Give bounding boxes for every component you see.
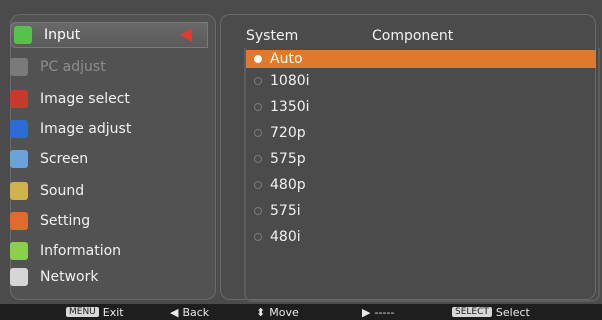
sound-icon	[10, 182, 28, 200]
option-label: 480p	[270, 177, 306, 193]
option-1080i[interactable]: 1080i	[246, 68, 596, 94]
menu-item-information[interactable]: Information	[6, 238, 212, 264]
network-icon	[10, 268, 28, 286]
select-hint-label: Select	[495, 305, 530, 319]
option-label: 480i	[270, 229, 301, 245]
exit-hint-label: Exit	[102, 305, 124, 319]
menu-key-icon: MENU	[66, 307, 99, 317]
move-hint-label: Move	[269, 305, 299, 319]
menu-item-label: Screen	[40, 151, 89, 167]
radio-unselected-icon	[254, 207, 262, 215]
help-bar: MENU Exit ◀ Back ⬍ Move ▶ ----- SELECT S…	[0, 304, 602, 320]
exit-hint: MENU Exit	[66, 306, 124, 319]
menu-item-label: PC adjust	[40, 59, 106, 75]
image-select-icon	[10, 90, 28, 108]
radio-unselected-icon	[254, 233, 262, 241]
menu-item-sound[interactable]: Sound	[6, 178, 212, 204]
radio-unselected-icon	[254, 77, 262, 85]
move-hint: ⬍ Move	[256, 306, 299, 319]
forward-hint-label: -----	[374, 305, 395, 319]
menu-item-screen[interactable]: Screen	[6, 146, 212, 172]
option-label: Auto	[270, 51, 303, 67]
screen-icon	[10, 150, 28, 168]
back-hint-label: Back	[182, 305, 210, 319]
forward-arrow-icon: ▶	[362, 305, 371, 319]
menu-item-label: Image select	[40, 91, 130, 107]
projector-menu-screen: Input PC adjust Image select Image adjus…	[0, 0, 602, 320]
forward-hint: ▶ -----	[362, 306, 394, 319]
option-720p[interactable]: 720p	[246, 120, 596, 146]
option-480p[interactable]: 480p	[246, 172, 596, 198]
setting-icon	[10, 212, 28, 230]
selected-arrow-icon	[180, 28, 192, 42]
option-575i[interactable]: 575i	[246, 198, 596, 224]
information-icon	[10, 242, 28, 260]
option-480i[interactable]: 480i	[246, 224, 596, 250]
menu-item-label: Setting	[40, 213, 91, 229]
option-label: 575i	[270, 203, 301, 219]
radio-unselected-icon	[254, 181, 262, 189]
menu-item-label: Image adjust	[40, 121, 132, 137]
move-arrows-icon: ⬍	[256, 305, 266, 319]
option-label: 1080i	[270, 73, 310, 89]
menu-item-image-adjust[interactable]: Image adjust	[6, 116, 212, 142]
select-key-icon: SELECT	[452, 307, 492, 317]
menu-item-image-select[interactable]: Image select	[6, 86, 212, 112]
submenu-column-component: Component	[372, 28, 454, 44]
radio-unselected-icon	[254, 129, 262, 137]
radio-unselected-icon	[254, 103, 262, 111]
menu-item-network[interactable]: Network	[6, 264, 212, 290]
option-label: 1350i	[270, 99, 310, 115]
back-hint: ◀ Back	[170, 306, 209, 319]
radio-unselected-icon	[254, 155, 262, 163]
option-1350i[interactable]: 1350i	[246, 94, 596, 120]
menu-item-input[interactable]: Input	[10, 22, 208, 48]
pc-adjust-icon	[10, 58, 28, 76]
radio-selected-icon	[254, 55, 262, 63]
menu-item-label: Sound	[40, 183, 85, 199]
option-auto[interactable]: Auto	[246, 50, 596, 68]
options-list: Auto 1080i 1350i 720p 575p 480p 575i 480…	[246, 50, 596, 250]
image-adjust-icon	[10, 120, 28, 138]
option-label: 720p	[270, 125, 306, 141]
menu-item-label: Input	[44, 27, 81, 43]
select-hint: SELECT Select	[452, 306, 530, 319]
menu-item-setting[interactable]: Setting	[6, 208, 212, 234]
option-575p[interactable]: 575p	[246, 146, 596, 172]
input-icon	[14, 26, 32, 44]
back-arrow-icon: ◀	[170, 305, 179, 319]
menu-item-label: Network	[40, 269, 99, 285]
submenu-column-system: System	[246, 28, 299, 44]
menu-item-pc-adjust[interactable]: PC adjust	[6, 54, 212, 80]
option-label: 575p	[270, 151, 306, 167]
menu-item-label: Information	[40, 243, 122, 259]
submenu-header: System Component	[246, 28, 596, 44]
